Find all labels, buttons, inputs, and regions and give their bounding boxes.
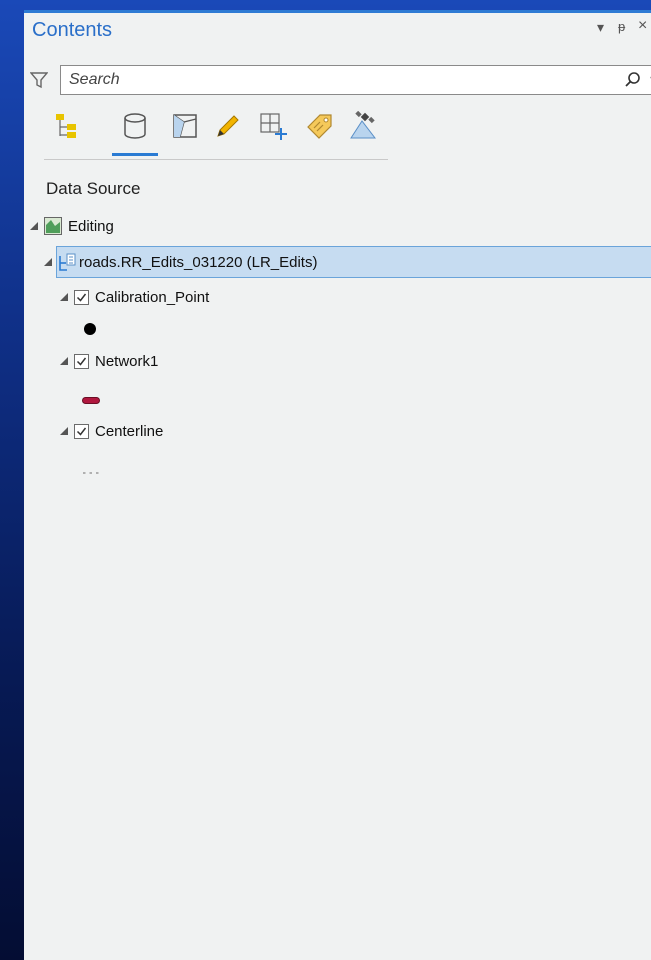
- search-row: ▾: [24, 63, 651, 97]
- tree-item-map[interactable]: Editing: [30, 212, 114, 240]
- layer-checkbox[interactable]: [74, 353, 89, 369]
- search-input[interactable]: [67, 66, 591, 94]
- contents-pane: Contents ▾ ᵽ × ▾: [24, 10, 651, 960]
- tree-item-layer[interactable]: Network1: [60, 347, 158, 375]
- pane-title: Contents: [32, 19, 113, 41]
- close-icon[interactable]: ×: [638, 17, 647, 35]
- collapse-arrow-icon[interactable]: [60, 293, 68, 301]
- tree-item-layer[interactable]: Calibration_Point: [60, 283, 209, 311]
- pane-options-icon[interactable]: ▾: [597, 19, 604, 36]
- satellite-icon[interactable]: [346, 109, 380, 143]
- section-title: Data Source: [46, 179, 141, 198]
- layer-checkbox[interactable]: [74, 289, 89, 305]
- collapse-arrow-icon[interactable]: [44, 258, 52, 266]
- label-tag-icon[interactable]: [302, 109, 336, 143]
- pencil-icon[interactable]: [210, 109, 244, 143]
- drawing-order-icon[interactable]: [50, 109, 84, 143]
- collapse-arrow-icon[interactable]: [60, 427, 68, 435]
- dashed-line-symbol-icon[interactable]: [82, 462, 102, 480]
- collapse-arrow-icon[interactable]: [30, 222, 38, 230]
- point-symbol-icon[interactable]: [83, 322, 97, 341]
- tree-item-label: Calibration_Point: [95, 288, 210, 306]
- snapping-icon[interactable]: [256, 109, 290, 143]
- geodatabase-icon: [58, 252, 76, 272]
- tree-item-data-source[interactable]: roads.RR_Edits_031220 (LR_Edits): [44, 248, 317, 276]
- active-view-indicator: [112, 153, 158, 156]
- search-icon[interactable]: [623, 70, 643, 95]
- map-icon: [44, 217, 62, 235]
- filter-icon[interactable]: [29, 71, 49, 94]
- tree-item-label: Centerline: [95, 422, 164, 440]
- database-icon[interactable]: [118, 109, 152, 143]
- tree-item-label: roads.RR_Edits_031220 (LR_Edits): [79, 253, 318, 271]
- check-icon: [76, 293, 87, 302]
- view-toolbar: [44, 109, 388, 160]
- check-icon: [76, 357, 87, 366]
- line-symbol-icon[interactable]: [82, 392, 100, 410]
- tree-item-label: Editing: [68, 217, 114, 235]
- collapse-arrow-icon[interactable]: [60, 357, 68, 365]
- search-box: ▾: [60, 65, 651, 95]
- tree-item-layer[interactable]: Centerline: [60, 417, 163, 445]
- pin-icon[interactable]: ᵽ: [618, 19, 625, 34]
- pane-header: Contents ▾ ᵽ ×: [24, 13, 651, 53]
- layer-checkbox[interactable]: [74, 423, 89, 439]
- check-icon: [76, 427, 87, 436]
- selection-icon[interactable]: [168, 109, 202, 143]
- tree-item-label: Network1: [95, 352, 159, 370]
